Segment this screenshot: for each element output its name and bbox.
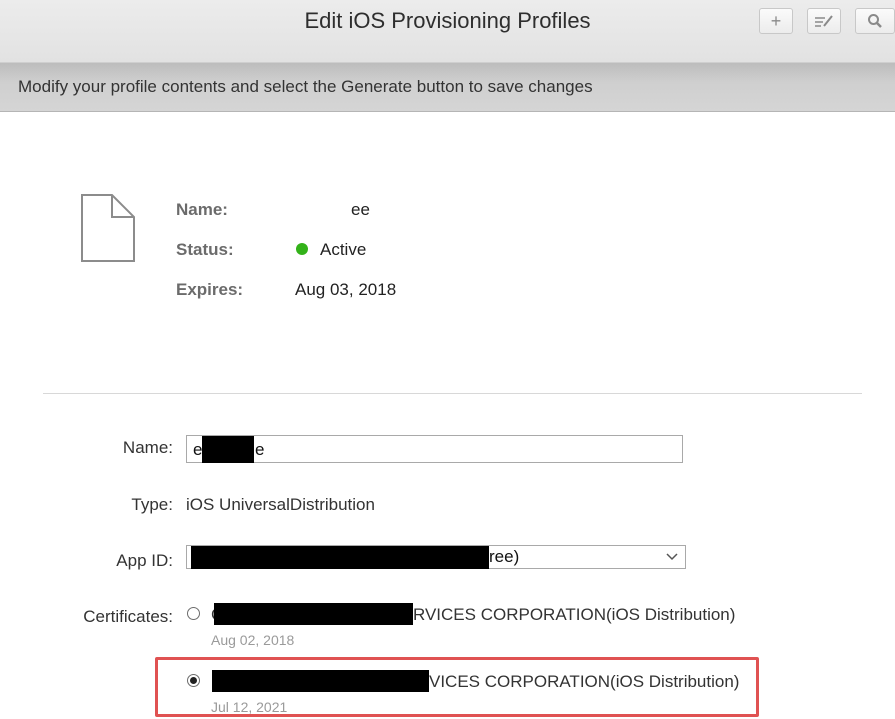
type-value: iOS UniversalDistribution	[186, 495, 375, 514]
summary-status-label: Status:	[176, 240, 234, 259]
name-label: Name:	[122, 438, 173, 457]
certificate-date: Aug 02, 2018	[211, 632, 295, 648]
redaction	[191, 546, 489, 569]
certificate-name: VICES CORPORATION(iOS Distribution)	[429, 672, 740, 691]
summary-status-value: Active	[320, 240, 367, 259]
divider	[43, 393, 862, 394]
redaction	[214, 603, 413, 625]
summary-name-value: ee	[351, 200, 370, 219]
status-indicator-icon	[296, 243, 308, 255]
certificate-date: Jul 12, 2021	[211, 699, 288, 715]
summary-expires-label: Expires:	[176, 280, 244, 299]
search-icon	[868, 14, 882, 28]
name-input-value-end: e	[255, 440, 265, 459]
instruction-bar: Modify your profile contents and select …	[0, 63, 895, 112]
plus-icon: +	[770, 10, 782, 31]
add-button[interactable]: +	[759, 8, 793, 34]
app-id-value: ree)	[489, 547, 520, 566]
edit-icon	[815, 15, 833, 27]
chevron-down-icon	[666, 553, 678, 561]
title-bar: Edit iOS Provisioning Profiles +	[0, 0, 895, 63]
certificate-name: RVICES CORPORATION(iOS Distribution)	[413, 605, 736, 624]
redaction	[212, 670, 429, 692]
document-icon	[81, 194, 135, 262]
certificates-label: Certificates:	[83, 607, 173, 626]
type-label: Type:	[131, 495, 173, 514]
app-id-label: App ID:	[116, 551, 173, 570]
edit-button[interactable]	[807, 8, 841, 34]
instruction-text: Modify your profile contents and select …	[18, 77, 593, 96]
certificate-radio[interactable]	[187, 607, 200, 620]
summary-expires-value: Aug 03, 2018	[295, 280, 397, 299]
summary-name-label: Name:	[176, 200, 228, 219]
search-button[interactable]	[855, 8, 895, 34]
certificate-radio-selected[interactable]	[187, 674, 200, 687]
redaction	[202, 436, 254, 463]
